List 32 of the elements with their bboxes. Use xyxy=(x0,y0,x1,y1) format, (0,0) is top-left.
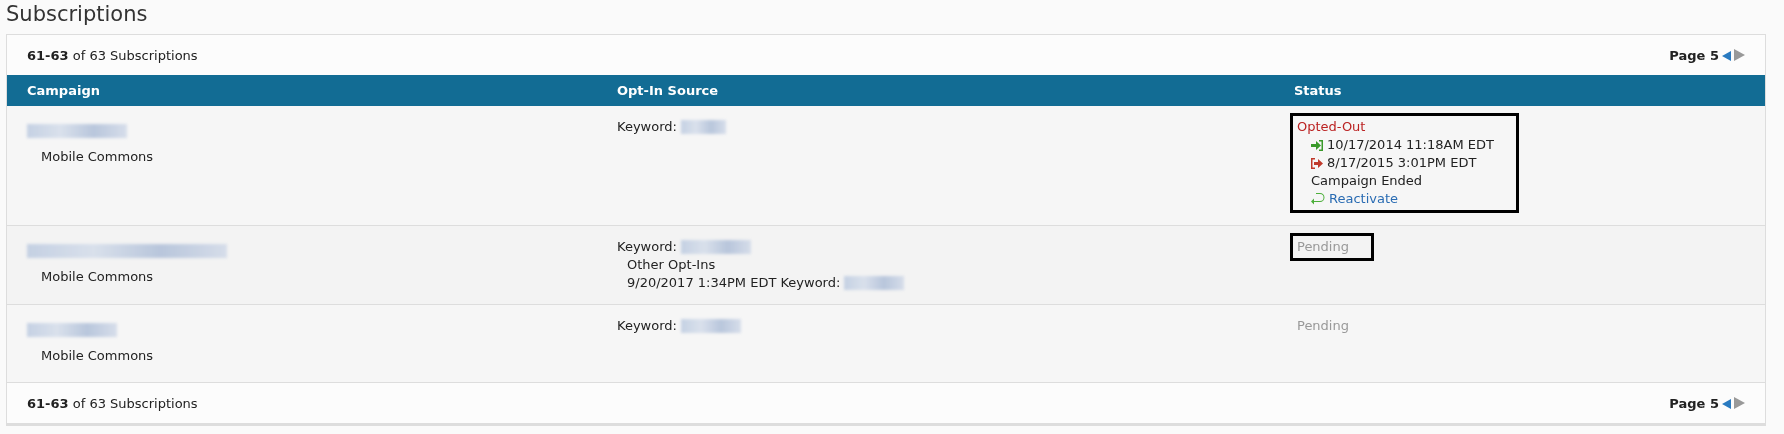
return-arrow-icon xyxy=(1311,193,1325,205)
result-count: 61-63 of 63 Subscriptions xyxy=(27,47,198,63)
keyword-label: Keyword: xyxy=(617,238,677,256)
status-label: Pending xyxy=(1297,238,1349,256)
other-opt-ins-label: Other Opt-Ins xyxy=(627,257,716,272)
page-label: Page 5 xyxy=(1669,395,1719,411)
previous-page-icon[interactable] xyxy=(1722,397,1731,409)
campaign-owner: Mobile Commons xyxy=(41,348,154,363)
opt-in-date: 10/17/2014 11:18AM EDT xyxy=(1327,136,1494,154)
status-label: Pending xyxy=(1297,317,1349,335)
status-note: Campaign Ended xyxy=(1311,173,1423,188)
redacted-text xyxy=(680,120,726,134)
sign-out-icon xyxy=(1311,157,1323,169)
page-title: Subscriptions xyxy=(6,2,149,26)
campaign-owner: Mobile Commons xyxy=(41,269,154,284)
column-header: Status xyxy=(1274,75,1765,106)
column-header: Campaign xyxy=(7,75,597,106)
opt-in-entry: 9/20/2017 1:34PM EDT Keyword: xyxy=(627,274,841,292)
sign-in-icon xyxy=(1311,139,1323,151)
keyword-label: Keyword: xyxy=(617,118,677,136)
redacted-text xyxy=(844,276,905,290)
result-count: 61-63 of 63 Subscriptions xyxy=(27,395,198,411)
reactivate-link[interactable]: Reactivate xyxy=(1329,190,1399,208)
keyword-label: Keyword: xyxy=(617,317,677,335)
previous-page-icon[interactable] xyxy=(1722,49,1731,61)
redacted-text xyxy=(680,240,751,254)
opt-out-date: 8/17/2015 3:01PM EDT xyxy=(1327,154,1477,172)
status-label: Opted-Out xyxy=(1297,118,1367,136)
redacted-text xyxy=(680,319,741,333)
campaign-owner: Mobile Commons xyxy=(41,149,154,164)
page-label: Page 5 xyxy=(1669,47,1719,63)
column-header: Opt-In Source xyxy=(597,75,1274,106)
